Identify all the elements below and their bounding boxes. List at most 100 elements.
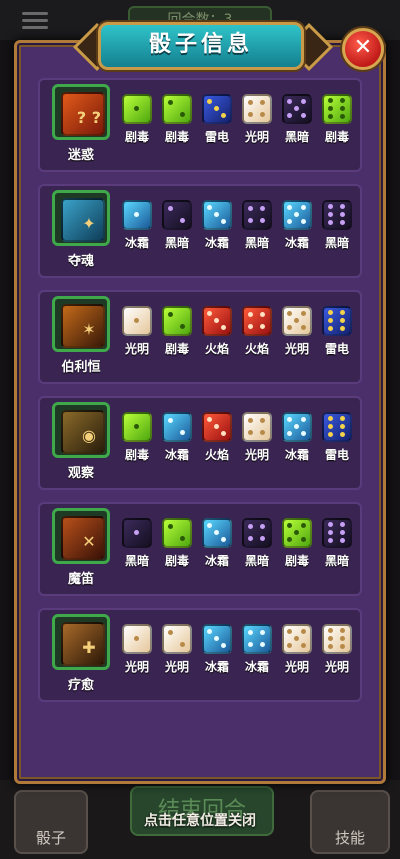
die-pip [327,415,333,421]
die-pip [220,218,226,224]
die-pip [327,643,333,649]
die-pip [133,423,139,429]
die-element-label: 黑暗 [324,236,349,250]
die-element-label: 光明 [164,660,189,674]
skill-glyph: ◉ [82,426,96,445]
die-pip [247,417,253,423]
light-die-icon [282,306,312,336]
die-pip [300,536,306,542]
die-pip [247,323,253,329]
die-pip [179,323,185,329]
skill-dice-icon: ✦ [52,190,110,246]
die-pip [339,309,345,315]
die-element-label: 火焰 [204,448,229,462]
dark-die-icon [242,200,272,230]
close-button[interactable]: ✕ [342,28,384,70]
skill-glyph: ✶ [82,320,96,339]
die-pip [327,211,333,217]
poison-die-icon [122,94,152,124]
die-pip [300,310,306,316]
die-pip [259,311,265,317]
ice-die-icon [202,624,232,654]
die-element-label: 火焰 [244,342,269,356]
die-pip [339,431,345,437]
dark-die-icon [162,200,192,230]
die-pip [206,310,212,316]
skill-name: 迷惑 [67,148,94,163]
die-pip [247,311,253,317]
die-pip [206,98,212,104]
skill-dice-icon: ◉ [52,402,110,458]
die-element-label: 黑暗 [244,554,269,568]
ice-die-icon [162,412,192,442]
skill-dice-icon: ✕ [52,508,110,564]
die-element-label: 光明 [244,130,269,144]
die-pip [247,99,253,105]
die-pip [339,529,345,535]
die-element-label: 光明 [284,342,309,356]
die-pip [339,97,345,103]
die-pip [167,629,173,635]
die-pip [259,429,265,435]
die-pip [339,415,345,421]
skill-name: 观察 [67,466,94,481]
poison-die-icon [282,518,312,548]
die-element-label: 剧毒 [284,554,309,568]
die-element-label: 剧毒 [324,130,349,144]
die-pip [300,430,306,436]
die-pip [220,324,226,330]
die-pip [293,529,299,535]
die-pip [327,317,333,323]
die-pip [206,628,212,634]
die-pip [133,105,139,111]
skill-dice-icon: ✚ [52,614,110,670]
dark-die-icon [322,200,352,230]
die-pip [300,628,306,634]
die-pip [327,431,333,437]
die-pip [339,219,345,225]
menu-icon[interactable] [22,8,48,30]
close-hint[interactable]: 点击任意位置关闭 [0,810,400,830]
die-element-label: 黑暗 [324,554,349,568]
die-element-label: 冰霜 [284,448,309,462]
die-pip [179,217,185,223]
die-element-label: 黑暗 [244,236,269,250]
die-pip [213,423,219,429]
die-pip [247,641,253,647]
die-element-label: 冰霜 [204,236,229,250]
skill-row: ? ? 迷惑 剧毒 剧毒 雷电 光明 黑暗 剧毒 [38,78,362,172]
ice-die-icon [202,200,232,230]
skill-row: ✕ 魔笛 黑暗 剧毒 冰霜 黑暗 剧毒 黑暗 [38,502,362,596]
die-pip [259,641,265,647]
light-die-icon [242,94,272,124]
die-pip [213,635,219,641]
die-element-label: 雷电 [204,130,229,144]
die-pip [167,417,173,423]
die-element-label: 冰霜 [244,660,269,674]
thunder-die-icon [322,412,352,442]
ice-die-icon [202,518,232,548]
die-pip [286,98,292,104]
skill-name: 伯利恒 [61,360,101,375]
skills-button-label: 技能 [334,829,365,847]
dark-die-icon [282,94,312,124]
die-pip [206,416,212,422]
die-pip [259,111,265,117]
die-pip [167,523,173,529]
die-pip [286,218,292,224]
die-pip [247,535,253,541]
thunder-die-icon [202,94,232,124]
die-pip [300,416,306,422]
die-pip [327,219,333,225]
die-element-label: 冰霜 [204,554,229,568]
die-pip [339,423,345,429]
die-pip [327,203,333,209]
die-element-label: 光明 [244,448,269,462]
die-element-label: 光明 [124,342,149,356]
ice-die-icon [282,200,312,230]
die-pip [286,536,292,542]
die-element-label: 剧毒 [164,554,189,568]
die-pip [339,317,345,323]
die-pip [286,416,292,422]
die-pip [133,211,139,217]
